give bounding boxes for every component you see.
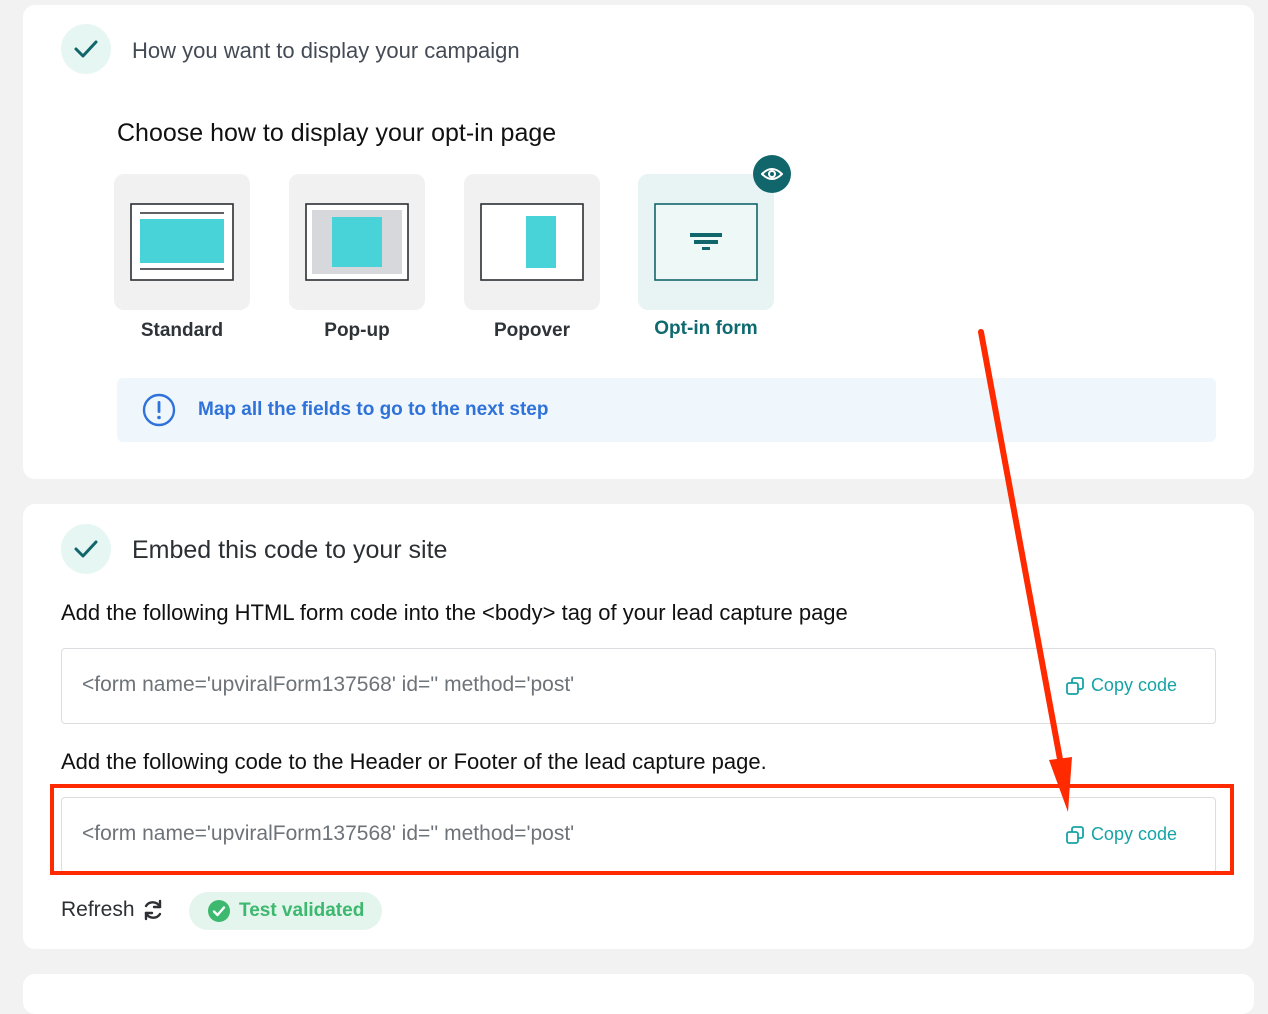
annotation-arrow <box>978 329 1072 812</box>
